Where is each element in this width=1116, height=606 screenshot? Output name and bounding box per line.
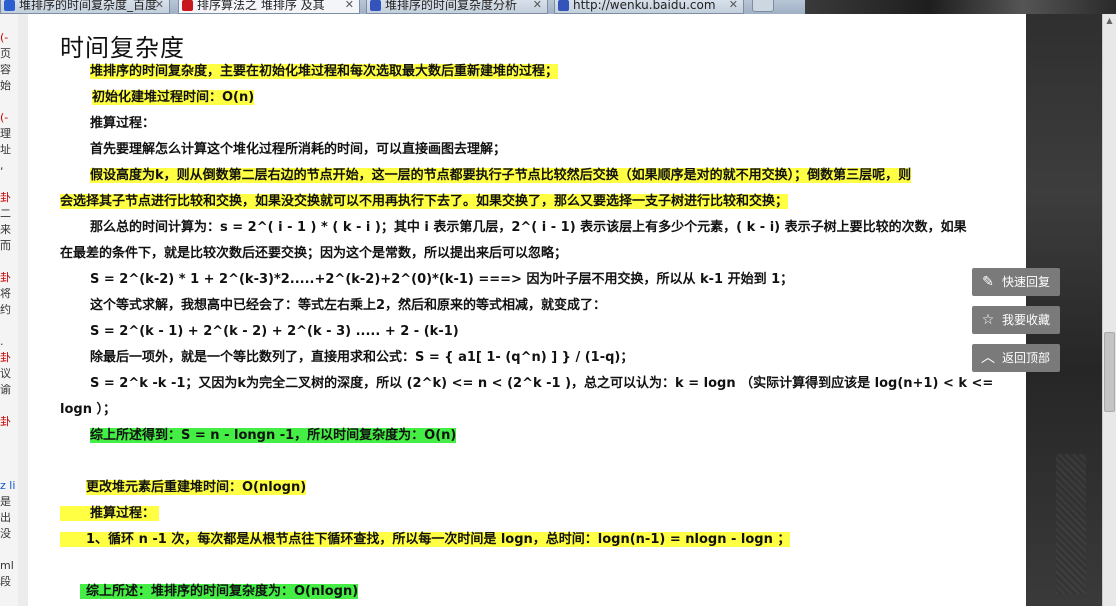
article-content: 时间复杂度 堆排序的时间复杂度，主要在初始化堆过程和每次选取最大数后重新建堆的过…: [28, 14, 1026, 606]
quick-reply-label: 快速回复: [1002, 275, 1051, 289]
sidebar-text-fragment: 将: [0, 288, 11, 300]
text-line: logn ）；: [60, 402, 116, 417]
sidebar-text-fragment: 是: [0, 496, 11, 508]
sidebar-text-fragment: 址: [0, 144, 11, 156]
scroll-thumb[interactable]: [1104, 332, 1115, 412]
quick-reply-button[interactable]: ✎ 快速回复: [972, 268, 1060, 296]
text-line-summary: 综上所述得到：S = n - longn -1，所以时间复杂度为：O(n): [90, 428, 457, 443]
back-to-top-label: 返回顶部: [1002, 351, 1051, 365]
sidebar-text-fragment: 页: [0, 48, 11, 60]
text-line: 会选择其子节点进行比较和交换，如果没交换就可以不用再执行下去了。如果交换了，那么…: [60, 194, 789, 209]
csdn-favicon-icon: [182, 0, 193, 11]
sidebar-text-fragment: 谕: [0, 384, 11, 396]
scroll-up-arrow-icon[interactable]: ▲: [1103, 14, 1116, 27]
page-favicon-icon: [558, 0, 569, 11]
text-line: 初始化建堆过程时间：O(n): [92, 90, 255, 105]
tab-2[interactable]: 排序算法之 堆排序 及其 ✕: [178, 0, 360, 14]
back-to-top-button[interactable]: ︿ 返回顶部: [972, 344, 1060, 372]
sidebar-text-fragment: 来: [0, 224, 11, 236]
favorite-label: 我要收藏: [1002, 313, 1051, 327]
text-line: S = 2^(k - 1) + 2^(k - 2) + 2^(k - 3) ..…: [90, 324, 459, 339]
sidebar-text-fragment: z li: [0, 480, 16, 492]
sidebar-text-fragment: ml: [0, 560, 14, 572]
text-line: 那么总的时间计算为：s = 2^( i - 1 ) * ( k - i )；其中…: [90, 220, 967, 235]
text-line: 除最后一项外，就是一个等比数列了，直接用求和公式：S = { a1[ 1- (q…: [90, 350, 634, 365]
window-chrome-background: [805, 0, 1116, 14]
sidebar-text-fragment: 没: [0, 528, 11, 540]
left-sidebar-fragments: (- 页容始 (- 理址, 卦二来而卦将约. 卦议谕卦 z li 是出没 ml 段: [0, 14, 18, 606]
sidebar-text-fragment: (-: [0, 112, 9, 124]
sidebar-text-fragment: 卦: [0, 352, 11, 364]
tab-label: 排序算法之 堆排序 及其: [197, 0, 325, 12]
close-icon[interactable]: ✕: [533, 0, 542, 13]
tab-label: 堆排序的时间复杂度_百度: [19, 0, 158, 12]
sidebar-text-fragment: 出: [0, 512, 11, 524]
text-line: 这个等式求解，我想高中已经会了：等式左右乘上2，然后和原来的等式相减，就变成了：: [90, 298, 607, 313]
text-line: S = 2^k -k -1；又因为k为完全二叉树的深度，所以 (2^k) <= …: [90, 376, 994, 391]
text-line: S = 2^(k-2) * 1 + 2^(k-3)*2.....+2^(k-2)…: [90, 272, 794, 287]
sidebar-text-fragment: 卦: [0, 192, 11, 204]
sidebar-text-fragment: (-: [0, 32, 9, 44]
pencil-icon: ✎: [982, 274, 994, 290]
sidebar-text-fragment: 卦: [0, 416, 11, 428]
text-line: 推算过程：: [60, 506, 160, 521]
page-favicon-icon: [370, 0, 381, 11]
close-icon[interactable]: ✕: [345, 0, 354, 13]
sidebar-text-fragment: 二: [0, 208, 11, 220]
sidebar-text-fragment: 始: [0, 80, 11, 92]
tab-label: http://wenku.baidu.com: [573, 0, 716, 12]
sidebar-text-fragment: 而: [0, 240, 11, 252]
tab-3[interactable]: 堆排序的时间复杂度分析 ✕: [366, 0, 548, 14]
sidebar-text-fragment: ,: [0, 160, 4, 172]
tab-strip: 堆排序的时间复杂度_百度 ✕ 排序算法之 堆排序 及其 ✕ 堆排序的时间复杂度分…: [0, 0, 1116, 14]
sidebar-text-fragment: 容: [0, 64, 11, 76]
text-line: 1、循环 n -1 次，每次都是从根节点往下循环查找，所以每一次时间是 logn…: [60, 532, 791, 547]
text-line-summary: 综上所述：堆排序的时间复杂度为：O(nlogn): [80, 584, 359, 599]
section-title: 时间复杂度: [60, 34, 185, 62]
tab-4[interactable]: http://wenku.baidu.com ✕: [554, 0, 744, 14]
close-icon[interactable]: ✕: [729, 0, 738, 13]
text-line: 在最差的条件下，就是比较次数后还要交换；因为这个是常数，所以提出来后可以忽略；: [60, 246, 568, 261]
baidu-favicon-icon: [4, 0, 15, 11]
sidebar-text-fragment: .: [0, 336, 4, 348]
favorite-button[interactable]: ☆ 我要收藏: [972, 306, 1060, 334]
text-line: 首先要理解怎么计算这个堆化过程所消耗的时间，可以直接画图去理解；: [90, 142, 507, 157]
text-line: 假设高度为k，则从倒数第二层右边的节点开始，这一层的节点都要执行子节点比较然后交…: [90, 168, 912, 183]
tab-label: 堆排序的时间复杂度分析: [385, 0, 518, 12]
new-tab-button[interactable]: [752, 0, 774, 12]
vertical-scrollbar[interactable]: ▲: [1102, 14, 1116, 606]
text-line: 推算过程：: [90, 116, 156, 131]
left-gutter: [18, 14, 28, 606]
sidebar-text-fragment: 议: [0, 368, 11, 380]
chevron-up-icon: ︿: [981, 350, 995, 366]
sidebar-text-fragment: 理: [0, 128, 11, 140]
sidebar-text-fragment: 约: [0, 304, 11, 316]
tab-1[interactable]: 堆排序的时间复杂度_百度 ✕: [0, 0, 170, 14]
text-line: 更改堆元素后重建堆时间：O(nlogn): [86, 480, 307, 495]
text-line: 堆排序的时间复杂度，主要在初始化堆过程和每次选取最大数后重新建堆的过程；: [90, 64, 559, 79]
sidebar-text-fragment: 卦: [0, 272, 11, 284]
star-icon: ☆: [981, 312, 995, 328]
sidebar-text-fragment: 段: [0, 576, 11, 588]
close-icon[interactable]: ✕: [155, 0, 164, 13]
